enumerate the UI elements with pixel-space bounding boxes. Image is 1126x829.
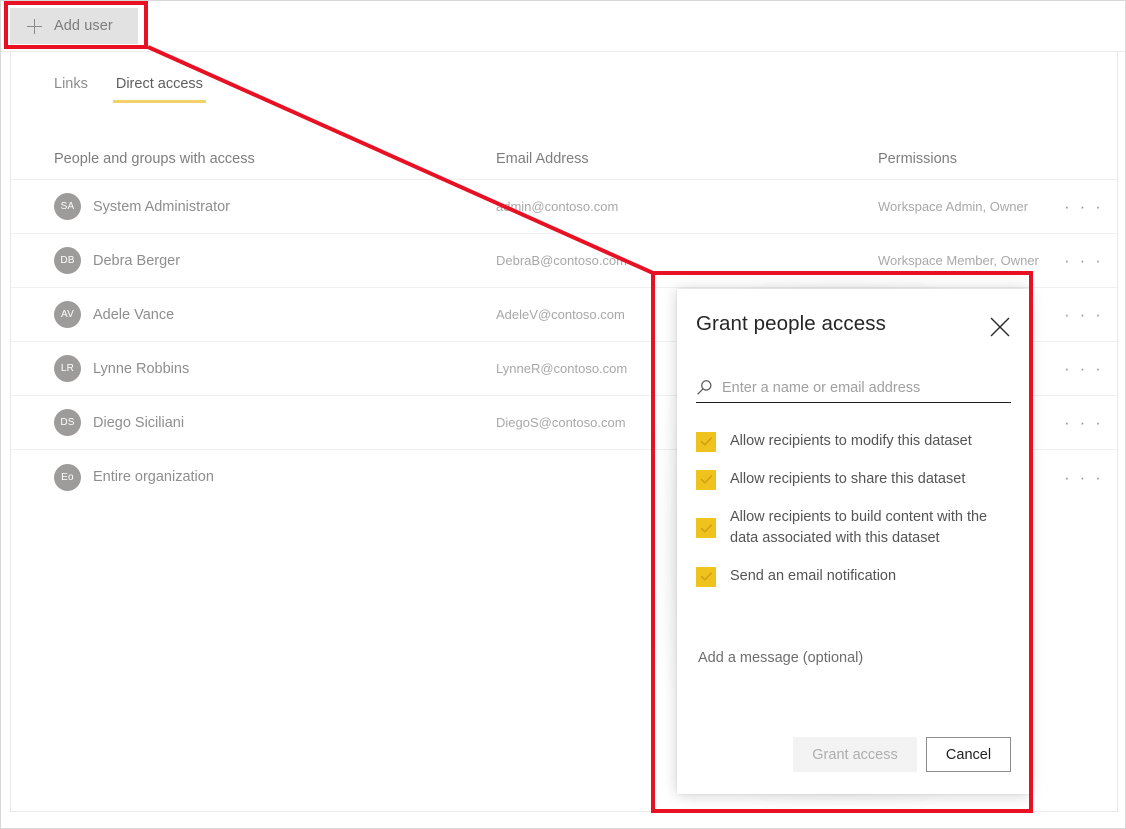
- more-options-icon[interactable]: · · ·: [1064, 306, 1103, 323]
- cell-actions: · · ·: [1064, 252, 1119, 269]
- cell-email: DebraB@contoso.com: [496, 253, 627, 268]
- cell-actions: · · ·: [1064, 469, 1119, 486]
- close-icon[interactable]: [987, 314, 1013, 340]
- checkbox-checked-icon[interactable]: [696, 469, 716, 490]
- cell-permissions: Workspace Admin, Owner: [878, 199, 1029, 214]
- search-icon: [696, 379, 713, 396]
- cell-person: DB Debra Berger: [54, 247, 496, 274]
- cell-person: Eo Entire organization: [54, 463, 496, 491]
- cell-permissions: Workspace Member, Owner: [878, 253, 1039, 268]
- cell-actions: · · ·: [1064, 414, 1119, 431]
- cell-person: AV Adele Vance: [54, 301, 496, 328]
- checkbox-checked-icon[interactable]: [696, 566, 716, 587]
- add-user-button[interactable]: Add user: [10, 8, 138, 44]
- more-options-icon[interactable]: · · ·: [1064, 252, 1103, 269]
- tab-direct-access[interactable]: Direct access: [112, 76, 206, 103]
- checkbox-checked-icon[interactable]: [696, 431, 716, 452]
- person-name: Entire organization: [93, 469, 214, 485]
- cell-email: admin@contoso.com: [496, 199, 619, 214]
- column-header-people: People and groups with access: [54, 150, 255, 167]
- cell-person: LR Lynne Robbins: [54, 355, 496, 382]
- avatar: Eo: [54, 463, 81, 491]
- avatar: LR: [54, 355, 81, 382]
- message-textarea[interactable]: Add a message (optional): [698, 650, 863, 666]
- cell-actions: · · ·: [1064, 198, 1119, 215]
- checkbox-label: Allow recipients to build content with t…: [730, 509, 988, 546]
- plus-icon: [27, 18, 42, 34]
- cancel-button[interactable]: Cancel: [926, 737, 1011, 772]
- add-user-label: Add user: [54, 18, 113, 34]
- tab-links[interactable]: Links: [54, 76, 88, 103]
- more-options-icon[interactable]: · · ·: [1064, 469, 1103, 486]
- checkbox-label: Allow recipients to share this dataset: [730, 471, 966, 487]
- more-options-icon[interactable]: · · ·: [1064, 198, 1103, 215]
- column-header-permissions: Permissions: [878, 150, 957, 167]
- checkbox-label: Allow recipients to modify this dataset: [730, 433, 972, 449]
- cell-person: DS Diego Siciliani: [54, 409, 496, 436]
- more-options-icon[interactable]: · · ·: [1064, 414, 1103, 431]
- checkbox-row-email-notification[interactable]: Send an email notification: [696, 566, 1014, 587]
- screenshot-root: Add user Links Direct access People and …: [0, 0, 1126, 829]
- cell-actions: · · ·: [1064, 360, 1119, 377]
- dialog-footer: Grant access Cancel: [696, 737, 1011, 772]
- cell-actions: · · ·: [1064, 306, 1119, 323]
- avatar: AV: [54, 301, 81, 328]
- column-header-email: Email Address: [496, 150, 589, 167]
- avatar: SA: [54, 193, 81, 220]
- grant-access-button[interactable]: Grant access: [793, 737, 917, 772]
- grant-people-access-dialog: Grant people access Enter a name or emai…: [677, 289, 1029, 794]
- cell-person: SA System Administrator: [54, 193, 496, 220]
- search-input[interactable]: Enter a name or email address: [696, 373, 1011, 403]
- checkbox-row-modify[interactable]: Allow recipients to modify this dataset: [696, 431, 1014, 452]
- toolbar: Add user: [1, 1, 1125, 52]
- table-row[interactable]: SA System Administrator admin@contoso.co…: [11, 180, 1119, 234]
- dialog-title: Grant people access: [696, 312, 886, 335]
- person-name: Lynne Robbins: [93, 360, 190, 377]
- checkbox-row-share[interactable]: Allow recipients to share this dataset: [696, 469, 1014, 490]
- tab-bar: Links Direct access: [54, 76, 206, 103]
- table-header-row: People and groups with access Email Addr…: [11, 138, 1119, 180]
- permission-options: Allow recipients to modify this dataset …: [696, 431, 1014, 604]
- more-options-icon[interactable]: · · ·: [1064, 360, 1103, 377]
- person-name: Debra Berger: [93, 252, 181, 269]
- person-name: Diego Siciliani: [93, 414, 185, 431]
- person-name: Adele Vance: [93, 306, 175, 323]
- search-placeholder: Enter a name or email address: [722, 379, 921, 396]
- checkbox-row-build[interactable]: Allow recipients to build content with t…: [696, 507, 1014, 549]
- person-name: System Administrator: [93, 198, 230, 215]
- checkbox-checked-icon[interactable]: [696, 518, 716, 538]
- avatar: DS: [54, 409, 81, 436]
- checkbox-label: Send an email notification: [730, 568, 897, 584]
- avatar: DB: [54, 247, 81, 274]
